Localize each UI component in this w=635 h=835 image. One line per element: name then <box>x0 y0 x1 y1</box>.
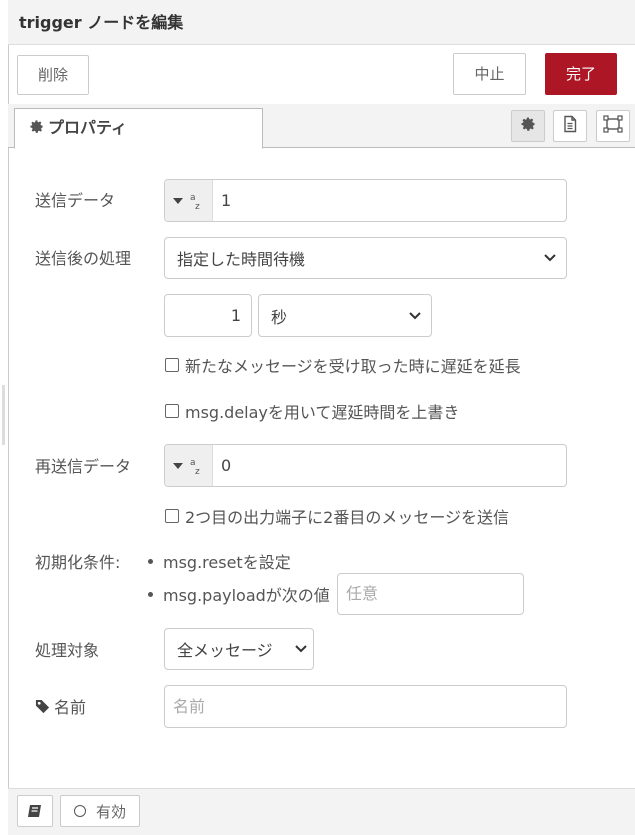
frame-icon <box>603 115 623 137</box>
send-value: 1 <box>221 191 232 210</box>
properties-tab-button[interactable] <box>511 110 545 142</box>
cancel-button[interactable]: 中止 <box>453 53 526 95</box>
unit-value: 秒 <box>271 307 288 327</box>
type-selector[interactable]: az <box>165 445 213 486</box>
document-icon <box>562 115 578 137</box>
delete-button[interactable]: 削除 <box>17 55 89 95</box>
reset-item-text: msg.resetを設定 <box>163 553 291 572</box>
then-value: 指定した時間待機 <box>177 250 306 269</box>
svg-text:z: z <box>195 467 200 475</box>
override-delay-label: msg.delayを用いて遅延時間を上書き <box>185 403 460 422</box>
name-label-row: 名前 <box>35 694 86 718</box>
string-type-icon: az <box>190 193 200 210</box>
reset-item: msg.payloadが次の値 <box>148 582 330 606</box>
enabled-toggle-button[interactable]: 有効 <box>60 795 140 827</box>
extend-delay-checkbox[interactable]: 新たなメッセージを受け取った時に遅延を延長 <box>165 353 521 377</box>
chevron-down-icon <box>544 254 556 262</box>
checkbox-box[interactable] <box>165 358 179 372</box>
tag-icon <box>35 699 50 713</box>
extend-delay-label: 新たなメッセージを受け取った時に遅延を延長 <box>185 357 521 376</box>
name-input[interactable]: 名前 <box>164 685 567 728</box>
checkbox-box[interactable] <box>165 404 179 418</box>
svg-text:z: z <box>195 202 200 210</box>
string-type-icon: az <box>190 458 200 475</box>
enabled-label: 有効 <box>95 802 126 821</box>
second-output-checkbox[interactable]: 2つ目の出力端子に2番目のメッセージを送信 <box>165 504 509 528</box>
then-label: 送信後の処理 <box>35 249 132 268</box>
duration-input[interactable]: 1 <box>164 294 252 337</box>
resend-label: 再送信データ <box>35 457 132 476</box>
resize-handle[interactable] <box>2 385 5 445</box>
handling-value: 全メッセージ <box>177 641 273 660</box>
gear-icon <box>29 110 44 148</box>
node-help-button[interactable] <box>17 795 53 827</box>
done-button[interactable]: 完了 <box>545 53 617 95</box>
tab-properties-label: プロパティ <box>48 118 128 137</box>
name-label: 名前 <box>54 698 87 717</box>
reset-payload-input[interactable]: 任意 <box>337 573 524 615</box>
chevron-down-icon <box>409 311 421 319</box>
type-selector[interactable]: az <box>165 180 213 221</box>
then-select[interactable]: 指定した時間待機 <box>164 237 567 279</box>
circle-icon <box>73 805 86 817</box>
description-tab-button[interactable] <box>553 110 587 142</box>
caret-down-icon <box>173 462 183 469</box>
reset-item-text: msg.payloadが次の値 <box>163 586 330 605</box>
send-typed-input[interactable]: az 1 <box>164 179 567 222</box>
reset-item: msg.resetを設定 <box>148 549 291 573</box>
checkbox-box[interactable] <box>165 509 179 523</box>
book-icon <box>28 805 41 817</box>
resend-value: 0 <box>221 456 232 475</box>
tab-properties[interactable]: プロパティ <box>14 108 263 149</box>
panel-title: trigger ノードを編集 <box>8 0 635 45</box>
caret-down-icon <box>173 197 183 204</box>
handling-select[interactable]: 全メッセージ <box>164 628 314 670</box>
override-delay-checkbox[interactable]: msg.delayを用いて遅延時間を上書き <box>165 399 459 423</box>
bullet-dot <box>148 591 153 597</box>
unit-select[interactable]: 秒 <box>258 294 432 337</box>
reset-label: 初期化条件: <box>35 553 121 572</box>
resend-typed-input[interactable]: az 0 <box>164 444 567 487</box>
handling-label: 処理対象 <box>35 641 100 660</box>
chevron-down-icon <box>295 645 307 653</box>
second-output-label: 2つ目の出力端子に2番目のメッセージを送信 <box>185 508 510 527</box>
appearance-tab-button[interactable] <box>596 110 630 142</box>
gear-icon <box>520 116 536 136</box>
send-label: 送信データ <box>35 191 116 210</box>
bullet-dot <box>148 558 153 564</box>
